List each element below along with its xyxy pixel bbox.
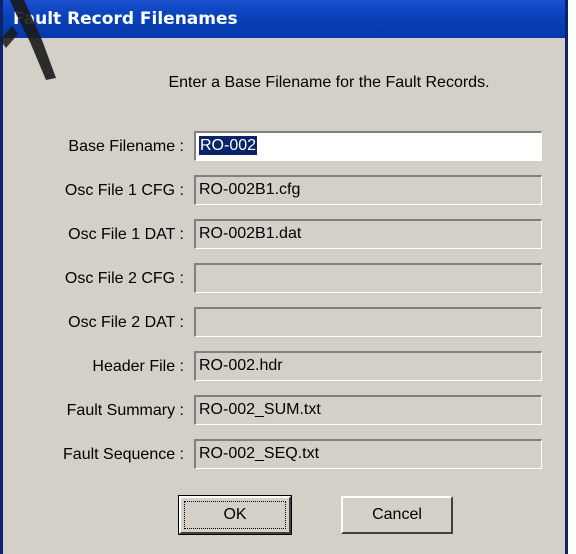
base-filename-label: Base Filename :	[68, 138, 184, 155]
osc-file-2-dat-label: Osc File 2 DAT :	[68, 314, 184, 331]
osc-file-1-cfg-label: Osc File 1 CFG :	[64, 182, 184, 199]
osc-file-1-cfg-field: RO-002B1.cfg	[194, 175, 542, 205]
window-title: Fault Record Filenames	[13, 9, 238, 29]
instruction-text: Enter a Base Filename for the Fault Reco…	[168, 74, 490, 91]
fault-sequence-label: Fault Sequence :	[63, 446, 184, 463]
header-file-label: Header File :	[92, 358, 184, 375]
fault-summary-field: RO-002_SUM.txt	[194, 395, 542, 425]
cancel-button[interactable]: Cancel	[341, 496, 453, 534]
ok-button[interactable]: OK	[178, 495, 292, 535]
title-bar[interactable]: Fault Record Filenames	[3, 0, 565, 38]
dialog-window: Fault Record Filenames Enter a Base File…	[0, 0, 568, 554]
osc-file-1-dat-label: Osc File 1 DAT :	[68, 226, 184, 243]
osc-file-1-dat-field: RO-002B1.dat	[194, 219, 542, 249]
base-filename-input[interactable]: RO-002	[194, 131, 542, 161]
base-filename-value: RO-002	[199, 136, 258, 155]
fault-summary-label: Fault Summary :	[66, 402, 184, 419]
osc-file-2-dat-field	[194, 307, 542, 337]
header-file-field: RO-002.hdr	[194, 351, 542, 381]
osc-file-2-cfg-field	[194, 263, 542, 293]
page: Fault Record Filenames Enter a Base File…	[0, 0, 576, 554]
osc-file-2-cfg-label: Osc File 2 CFG :	[64, 270, 184, 287]
cancel-button-label: Cancel	[372, 506, 422, 523]
ok-focus-rect	[184, 501, 286, 529]
fault-sequence-field: RO-002_SEQ.txt	[194, 439, 542, 469]
